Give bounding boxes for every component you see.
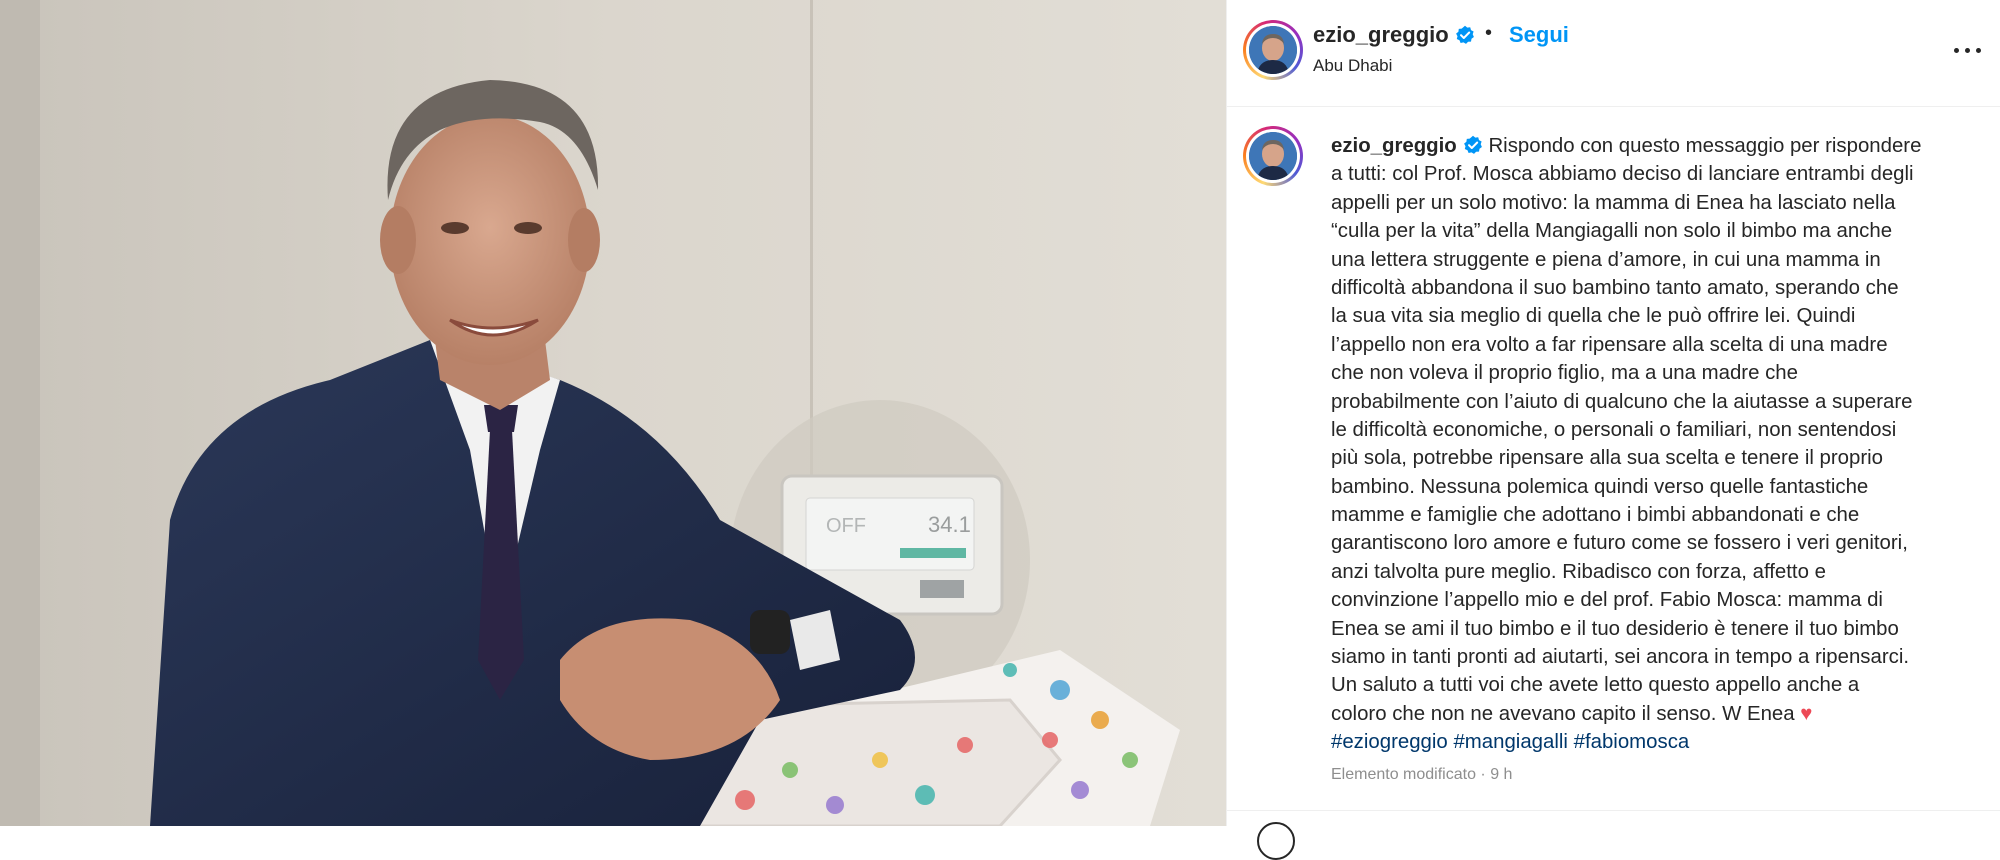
- caption-line: le difficoltà economiche, o personali o …: [1331, 418, 1897, 441]
- caption-text: coloro che non ne avevano capito il sens…: [1331, 702, 1795, 725]
- caption-line: ezio_greggio Rispondo con questo messagg…: [1331, 132, 1971, 160]
- caption-line: la sua vita sia meglio di quella che le …: [1331, 305, 1856, 328]
- header-separator: •: [1485, 22, 1493, 44]
- caption-line: siamo in tanti pronti ad aiutarti, sei a…: [1331, 646, 1910, 669]
- verified-badge-icon: [1463, 135, 1483, 155]
- caption-line: appelli per un solo motivo: la mamma di …: [1331, 191, 1896, 214]
- caption-line: l’appello non era volto a far ripensare …: [1331, 333, 1888, 356]
- caption-line: garantiscono loro amore e futuro come se…: [1331, 532, 1908, 555]
- caption-text: Rispondo con questo messaggio per rispon…: [1488, 135, 1922, 157]
- caption-line: anzi talvolta pure meglio. Ribadisco con…: [1331, 560, 1826, 583]
- caption-username[interactable]: ezio_greggio: [1331, 135, 1457, 157]
- post-sidebar: ezio_greggio • Segui Abu Dhabi ezio_greg…: [1226, 0, 2000, 860]
- avatar-image: [1249, 26, 1297, 74]
- caption-line: più sola, potrebbe ripensare alla sua sc…: [1331, 447, 1884, 470]
- post-meta: Elemento modificato · 9 h: [1331, 766, 1512, 784]
- follow-button[interactable]: Segui: [1509, 22, 1569, 48]
- caption-line: difficoltà abbandona il suo bambino tant…: [1331, 276, 1899, 299]
- edited-label: Elemento modificato: [1331, 766, 1476, 783]
- divider: [1227, 810, 2000, 811]
- post-location[interactable]: Abu Dhabi: [1313, 56, 1392, 76]
- machine-display-right: 34.1: [928, 512, 971, 537]
- caption-avatar[interactable]: [1243, 126, 1303, 186]
- header-avatar[interactable]: [1243, 20, 1303, 80]
- caption-line: che non voleva il proprio figlio, ma a u…: [1331, 362, 1798, 385]
- caption-line: convinzione l’appello mio e del prof. Fa…: [1331, 589, 1883, 612]
- caption-line: Enea se ami il tuo bimbo e il tuo deside…: [1331, 617, 1899, 640]
- post-image: OFF 34.1: [0, 0, 1226, 826]
- caption-line: “culla per la vita” della Mangiagalli no…: [1331, 220, 1893, 243]
- heart-emoji-icon: ♥: [1800, 702, 1813, 725]
- caption-line: Un saluto a tutti voi che avete letto qu…: [1331, 674, 1860, 697]
- caption-line: probabilmente con l’aiuto di qualcuno ch…: [1331, 390, 1913, 413]
- post-header: ezio_greggio • Segui Abu Dhabi: [1227, 0, 2000, 107]
- post-time[interactable]: 9 h: [1490, 766, 1512, 783]
- hashtag-link[interactable]: #fabiomosca: [1574, 731, 1690, 753]
- caption-line: mamme e famiglie che adottano i bimbi ab…: [1331, 504, 1860, 527]
- hashtag-link[interactable]: #mangiagalli: [1453, 731, 1568, 753]
- caption-line: una lettera struggente e piena d’amore, …: [1331, 248, 1881, 271]
- hashtag-link[interactable]: #eziogreggio: [1331, 731, 1448, 753]
- more-options-icon[interactable]: [1953, 40, 1983, 60]
- machine-display-left: OFF: [826, 515, 866, 537]
- caption-line: a tutti: col Prof. Mosca abbiamo deciso …: [1331, 163, 1914, 186]
- caption-line: coloro che non ne avevano capito il sens…: [1331, 700, 1971, 728]
- avatar-image: [1249, 132, 1297, 180]
- post-caption: ezio_greggio Rispondo con questo messagg…: [1331, 132, 1971, 757]
- comment-avatar-icon: [1257, 822, 1295, 860]
- hashtag-list: #eziogreggio #mangiagalli #fabiomosca: [1331, 728, 1971, 756]
- verified-badge-icon: [1455, 25, 1475, 45]
- caption-line: bambino. Nessuna polemica quindi verso q…: [1331, 475, 1869, 498]
- meta-separator: ·: [1480, 766, 1486, 783]
- post-photo[interactable]: OFF 34.1: [0, 0, 1226, 826]
- header-username[interactable]: ezio_greggio: [1313, 22, 1449, 47]
